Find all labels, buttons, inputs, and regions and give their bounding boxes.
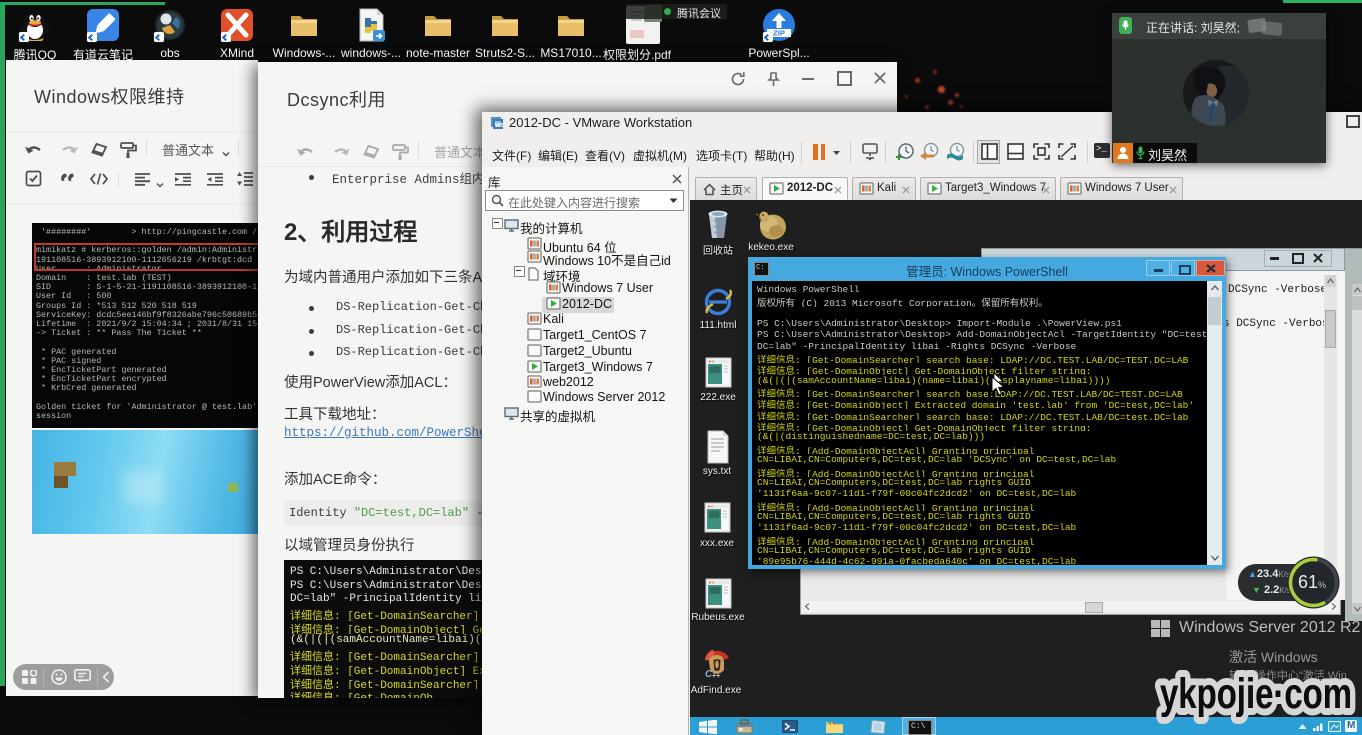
svg-text:ws: ws [494, 122, 504, 129]
svg-text:++: ++ [712, 673, 720, 680]
svg-text:ykpojie·com: ykpojie·com [1160, 670, 1352, 718]
svg-text:ZIP: ZIP [773, 29, 785, 38]
